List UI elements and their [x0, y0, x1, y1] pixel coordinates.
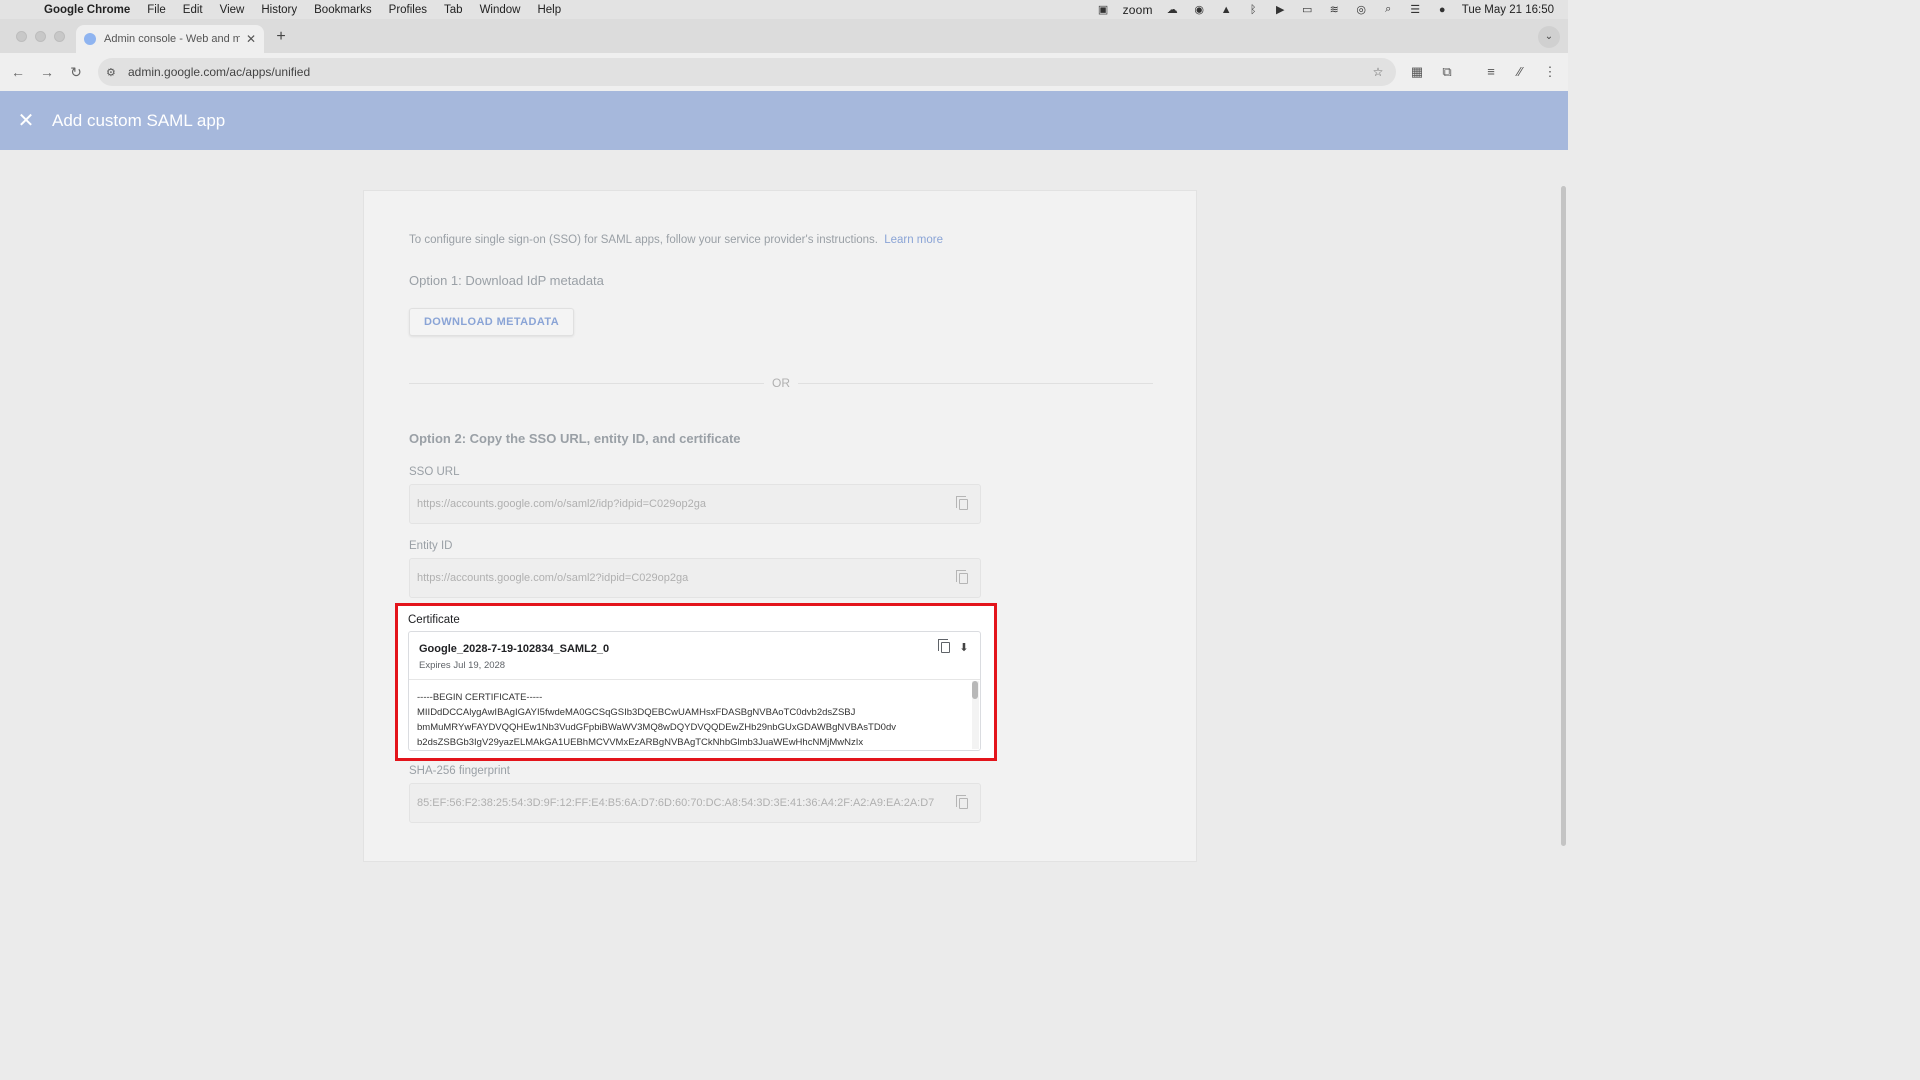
download-metadata-button[interactable]: DOWNLOAD METADATA — [409, 308, 574, 336]
status-area: ▣ zoom ☁ ◉ ▲ ᛒ ▶ ▭ ≋ ◎ ⌕ ☰ ● Tue May 21 … — [1096, 0, 1554, 19]
entity-id-field[interactable]: https://accounts.google.com/o/saml2?idpi… — [409, 558, 981, 598]
certificate-box: Google_2028-7-19-102834_SAML2_0 Expires … — [408, 631, 981, 751]
browser-toolbar: ← → ↻ ⚙ admin.google.com/ac/apps/unified… — [0, 53, 1568, 91]
divider-left — [409, 383, 764, 384]
menu-app-name[interactable]: Google Chrome — [44, 4, 130, 16]
certificate-header: Google_2028-7-19-102834_SAML2_0 Expires … — [409, 632, 980, 680]
admin-favicon-icon — [84, 33, 96, 45]
address-bar[interactable]: ⚙ admin.google.com/ac/apps/unified ☆ — [98, 58, 1396, 86]
bookmark-star-icon[interactable]: ☆ — [1368, 65, 1388, 79]
certificate-label: Certificate — [408, 614, 460, 626]
copy-sso-url-icon[interactable] — [946, 495, 980, 510]
certificate-scroll-thumb[interactable] — [972, 681, 978, 699]
menu-view[interactable]: View — [220, 4, 245, 16]
menu-file[interactable]: File — [147, 4, 166, 16]
drive-icon[interactable]: ▲ — [1219, 4, 1234, 16]
bluetooth-icon[interactable]: ᛒ — [1246, 4, 1261, 16]
ai-extension-icon[interactable]: ⁄⁄ — [1512, 64, 1528, 79]
certificate-line: -----BEGIN CERTIFICATE----- — [417, 692, 543, 703]
close-window-button[interactable] — [16, 31, 27, 42]
macos-menu-bar: Google Chrome File Edit View History Boo… — [0, 0, 1568, 19]
minimize-window-button[interactable] — [35, 31, 46, 42]
cloud-icon[interactable]: ☁ — [1165, 4, 1180, 16]
or-label: OR — [772, 376, 790, 390]
close-icon[interactable]: ✕ — [0, 108, 52, 133]
page-title: Add custom SAML app — [52, 110, 226, 130]
tab-strip: Admin console - Web and mo ✕ + ⌄ — [0, 19, 1568, 53]
option1-heading: Option 1: Download IdP metadata — [409, 273, 604, 288]
battery-icon[interactable]: ▭ — [1300, 4, 1315, 16]
spotlight-search-icon[interactable]: ⌕ — [1381, 3, 1396, 16]
option2-heading: Option 2: Copy the SSO URL, entity ID, a… — [409, 431, 741, 446]
certificate-highlight: Certificate Google_2028-7-19-102834_SAML… — [395, 603, 997, 761]
tab-search-button[interactable]: ⌄ — [1538, 26, 1560, 48]
back-icon[interactable]: ← — [10, 64, 26, 80]
idp-details-card: To configure single sign-on (SSO) for SA… — [363, 190, 1197, 862]
extension-icon[interactable]: ▦ — [1409, 64, 1425, 80]
play-icon[interactable]: ▶ — [1273, 4, 1288, 16]
fingerprint-label: SHA-256 fingerprint — [409, 765, 510, 777]
certificate-expiry: Expires Jul 19, 2028 — [419, 660, 506, 671]
entity-id-label: Entity ID — [409, 540, 453, 552]
certificate-line: bmMuMRYwFAYDVQQHEw1Nb3VudGFpbiBWaWV3MQ8w… — [417, 722, 896, 733]
new-tab-button[interactable]: + — [272, 28, 290, 46]
copy-fingerprint-icon[interactable] — [946, 794, 980, 809]
copy-certificate-icon[interactable] — [928, 639, 962, 653]
fingerprint-value[interactable]: 85:EF:56:F2:38:25:54:3D:9F:12:FF:E4:B5:6… — [417, 797, 946, 809]
fingerprint-field[interactable]: 85:EF:56:F2:38:25:54:3D:9F:12:FF:E4:B5:6… — [409, 783, 981, 823]
close-tab-icon[interactable]: ✕ — [246, 32, 256, 46]
siri-icon[interactable]: ● — [1435, 4, 1450, 16]
zoom-status[interactable]: zoom — [1123, 3, 1153, 17]
url-text[interactable]: admin.google.com/ac/apps/unified — [128, 65, 1368, 79]
zoom-window-button[interactable] — [54, 31, 65, 42]
reload-icon[interactable]: ↻ — [68, 64, 84, 81]
more-menu-icon[interactable]: ⋮ — [1542, 64, 1558, 80]
sso-url-field[interactable]: https://accounts.google.com/o/saml2/idp?… — [409, 484, 981, 524]
window-controls — [16, 31, 65, 42]
page-scrollbar[interactable] — [1561, 186, 1566, 846]
browser-tab-active[interactable]: Admin console - Web and mo ✕ — [76, 25, 264, 53]
notion-icon[interactable]: ▣ — [1096, 4, 1111, 16]
control-center-icon[interactable]: ☰ — [1408, 4, 1423, 16]
certificate-line: b2dsZSBGb3IgV29yazELMAkGA1UEBhMCVVMxEzAR… — [417, 737, 864, 748]
sso-url-value[interactable]: https://accounts.google.com/o/saml2/idp?… — [417, 498, 946, 510]
learn-more-link[interactable]: Learn more — [884, 234, 943, 246]
menu-history[interactable]: History — [261, 4, 297, 16]
menu-tab[interactable]: Tab — [444, 4, 463, 16]
menu-window[interactable]: Window — [480, 4, 521, 16]
menu-edit[interactable]: Edit — [183, 4, 203, 16]
record-icon[interactable]: ◉ — [1192, 4, 1207, 16]
site-info-icon[interactable]: ⚙ — [106, 66, 120, 79]
reading-list-icon[interactable]: ≡ — [1483, 64, 1499, 79]
intro-sentence: To configure single sign-on (SSO) for SA… — [409, 234, 878, 246]
forward-icon[interactable]: → — [39, 64, 55, 80]
intro-text: To configure single sign-on (SSO) for SA… — [409, 234, 943, 246]
extensions-puzzle-icon[interactable]: ⧉ — [1439, 64, 1455, 80]
certificate-scrollbar[interactable] — [972, 681, 979, 749]
divider-right — [798, 383, 1153, 384]
user-icon[interactable]: ◎ — [1354, 4, 1369, 16]
tab-title: Admin console - Web and mo — [104, 33, 240, 45]
page-content: ✕ Add custom SAML app To configure singl… — [0, 91, 1568, 882]
entity-id-value[interactable]: https://accounts.google.com/o/saml2?idpi… — [417, 572, 946, 584]
app-header: ✕ Add custom SAML app — [0, 91, 1568, 150]
sso-url-label: SSO URL — [409, 466, 460, 478]
menu-profiles[interactable]: Profiles — [389, 4, 427, 16]
certificate-line: MIIDdDCCAlygAwIBAgIGAYI5fwdeMA0GCSqGSIb3… — [417, 707, 856, 718]
certificate-name: Google_2028-7-19-102834_SAML2_0 — [419, 643, 610, 655]
download-certificate-icon[interactable]: ⬇ — [958, 641, 970, 654]
certificate-text[interactable]: -----BEGIN CERTIFICATE----- MIIDdDCCAlyg… — [417, 690, 967, 750]
menu-bookmarks[interactable]: Bookmarks — [314, 4, 372, 16]
menu-datetime[interactable]: Tue May 21 16:50 — [1462, 4, 1554, 16]
menu-help[interactable]: Help — [537, 4, 561, 16]
wifi-icon[interactable]: ≋ — [1327, 4, 1342, 16]
copy-entity-id-icon[interactable] — [946, 569, 980, 584]
